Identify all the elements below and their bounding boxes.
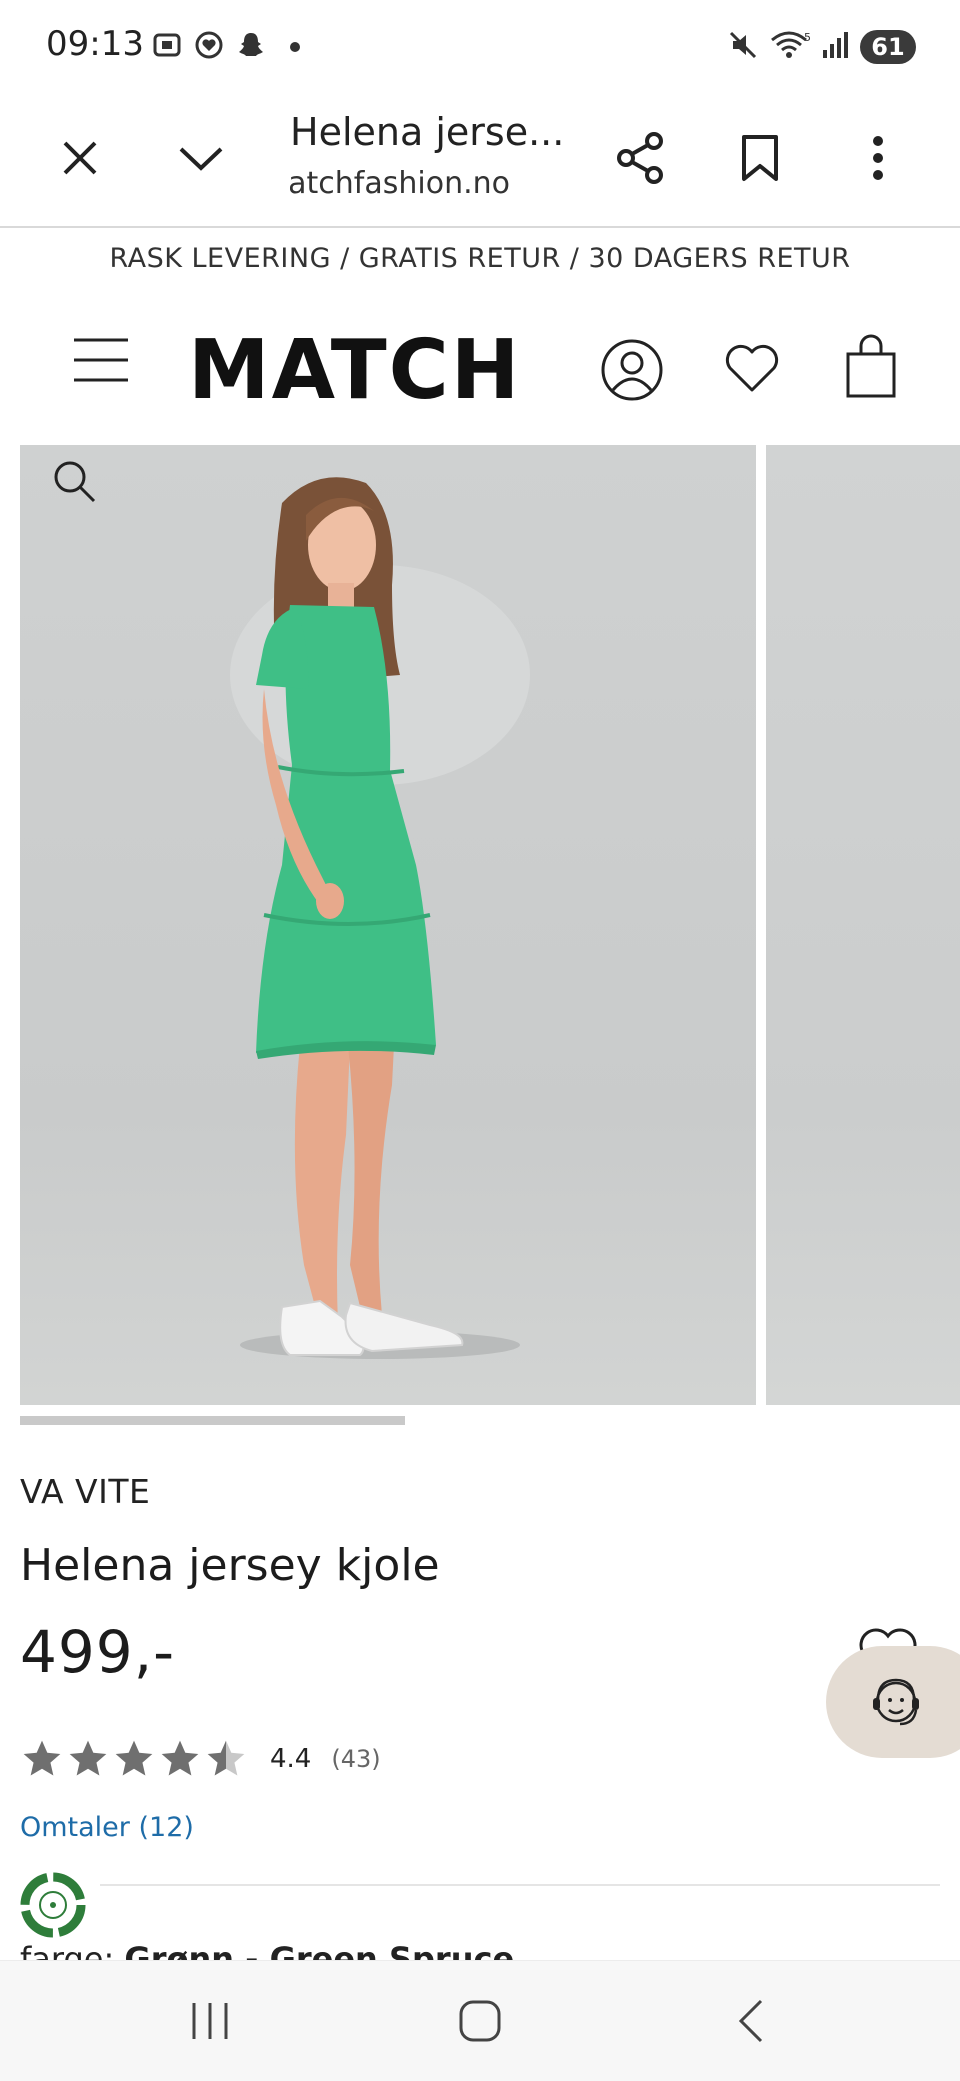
zoom-icon bbox=[54, 461, 96, 503]
bookmark-icon bbox=[742, 135, 778, 181]
home-button[interactable] bbox=[430, 1981, 530, 2061]
browser-toolbar: Helena jerse... matchfashion.no bbox=[0, 92, 960, 228]
back-button[interactable] bbox=[700, 1981, 800, 2061]
product-image-main[interactable] bbox=[20, 445, 756, 1405]
zoom-button[interactable] bbox=[50, 457, 98, 505]
star-full-icon bbox=[69, 1740, 107, 1776]
home-icon bbox=[459, 2000, 501, 2042]
menu-button[interactable] bbox=[72, 334, 132, 390]
product-name: Helena jersey kjole bbox=[20, 1540, 440, 1591]
reviews-link[interactable]: Omtaler (12) bbox=[20, 1812, 194, 1843]
more-menu-button[interactable] bbox=[832, 112, 924, 204]
recent-apps-button[interactable] bbox=[160, 1981, 260, 2061]
account-button[interactable] bbox=[600, 338, 664, 402]
share-icon bbox=[617, 132, 663, 184]
star-half-icon bbox=[207, 1740, 245, 1776]
bookmark-button[interactable] bbox=[714, 112, 806, 204]
promo-banner: RASK LEVERING / GRATIS RETUR / 30 DAGERS… bbox=[109, 243, 851, 274]
status-time: 09:13 bbox=[46, 24, 144, 64]
product-image-next[interactable] bbox=[766, 445, 960, 1405]
star-full-icon bbox=[115, 1740, 153, 1776]
snapchat-icon bbox=[239, 33, 263, 56]
product-photo bbox=[230, 477, 530, 1359]
cart-button[interactable] bbox=[844, 334, 898, 400]
star-full-icon bbox=[23, 1740, 61, 1776]
menu-icon bbox=[74, 338, 128, 382]
close-tab-button[interactable] bbox=[34, 112, 126, 204]
page-url[interactable]: matchfashion.no bbox=[290, 166, 510, 201]
share-button[interactable] bbox=[595, 112, 687, 204]
minimize-button[interactable] bbox=[155, 112, 247, 204]
customer-service-button[interactable] bbox=[826, 1646, 960, 1758]
signal-icon bbox=[823, 32, 848, 58]
product-price: 499,- bbox=[20, 1618, 176, 1686]
wishlist-button[interactable] bbox=[722, 340, 782, 396]
rating-count: (43) bbox=[331, 1745, 381, 1773]
product-gallery[interactable] bbox=[20, 445, 960, 1405]
bag-icon bbox=[846, 334, 896, 398]
heart-icon bbox=[725, 344, 779, 392]
rating-stars bbox=[20, 1737, 248, 1781]
dot-icon bbox=[290, 42, 300, 52]
back-icon bbox=[738, 1999, 763, 2043]
status-bar: 09:13 5 61 bbox=[0, 0, 960, 92]
eco-badge[interactable] bbox=[18, 1870, 88, 1940]
site-logo[interactable]: MATCH bbox=[188, 330, 521, 412]
more-vert-icon bbox=[873, 136, 883, 180]
chevron-down-icon bbox=[179, 147, 223, 171]
product-brand[interactable]: VA VITE bbox=[20, 1472, 150, 1511]
wifi-badge: 5 bbox=[804, 31, 811, 44]
star-full-icon bbox=[161, 1740, 199, 1776]
health-icon bbox=[195, 31, 223, 59]
recent-apps-icon bbox=[192, 2003, 228, 2039]
account-icon bbox=[601, 339, 663, 401]
section-divider bbox=[100, 1884, 940, 1886]
screenshot-icon bbox=[153, 33, 181, 57]
system-nav-bar bbox=[0, 1960, 960, 2081]
page-title[interactable]: Helena jerse... bbox=[290, 110, 564, 154]
battery-indicator: 61 bbox=[860, 30, 916, 64]
eco-icon bbox=[20, 1872, 86, 1938]
product-rating[interactable]: 4.4 (43) bbox=[20, 1736, 381, 1782]
site-header: MATCH bbox=[0, 310, 960, 430]
close-icon bbox=[63, 141, 97, 175]
rating-value: 4.4 bbox=[270, 1744, 312, 1774]
chat-support-icon bbox=[873, 1678, 919, 1726]
gallery-scroll-indicator bbox=[20, 1416, 405, 1425]
wifi-icon: 5 bbox=[771, 31, 811, 58]
mute-icon bbox=[729, 31, 757, 59]
